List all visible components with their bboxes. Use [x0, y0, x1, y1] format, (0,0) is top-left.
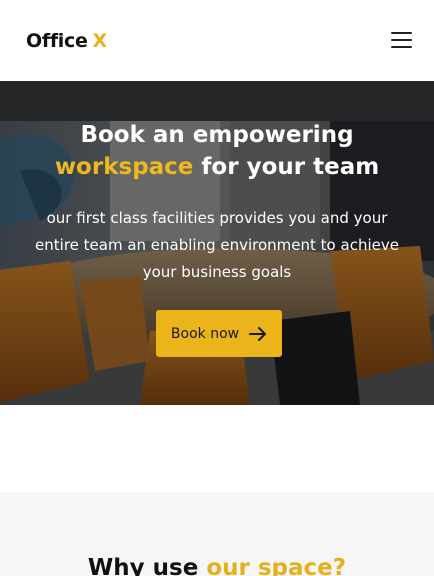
why-title-highlight: our space?	[206, 555, 347, 576]
brand-name: Office	[26, 30, 88, 52]
brand-logo[interactable]: Office X	[26, 30, 107, 52]
arrow-right-icon	[249, 326, 267, 341]
brand-accent: X	[92, 30, 108, 52]
why-section-title: Why use our space?	[0, 555, 434, 576]
hero-title-rest: for your team	[193, 154, 380, 180]
why-section: Why use our space?	[0, 492, 434, 576]
site-header: Office X	[0, 0, 434, 81]
hamburger-menu-icon[interactable]	[388, 28, 416, 52]
why-title-plain: Why use	[87, 555, 207, 576]
hero-title-line1: Book an empowering	[80, 122, 354, 148]
hero-subtitle: our first class facilities provides you …	[35, 209, 399, 281]
hero-title: Book an empowering workspace for your te…	[0, 119, 434, 183]
hero-title-highlight: workspace	[54, 154, 194, 180]
book-now-label: Book now	[170, 325, 240, 342]
hero-section: Book an empowering workspace for your te…	[0, 81, 434, 405]
book-now-button[interactable]: Book now	[156, 310, 282, 357]
